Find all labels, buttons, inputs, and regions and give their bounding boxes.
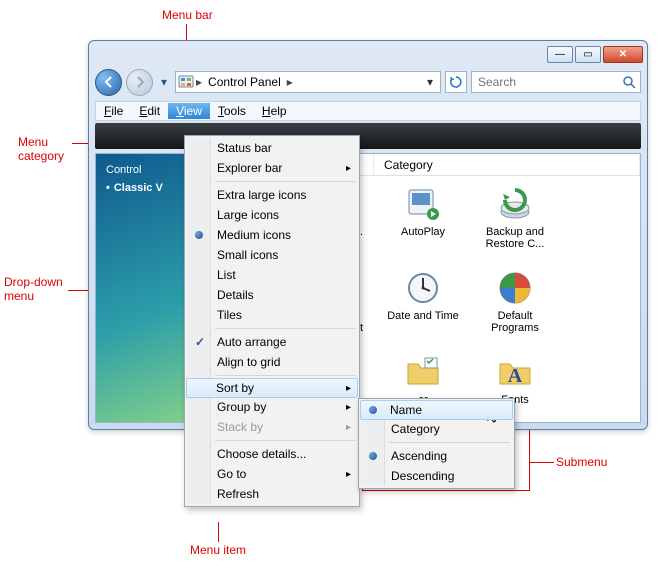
check-icon: ✓ [193, 335, 207, 349]
menuitem-go-to[interactable]: Go to▸ [187, 464, 357, 484]
breadcrumb[interactable]: ▸ Control Panel ▸ ▾ [175, 71, 441, 93]
cp-label: Default Programs [473, 310, 557, 334]
breadcrumb-dropdown-icon[interactable]: ▾ [422, 75, 438, 89]
menu-bar: File Edit View Tools Help [95, 101, 641, 121]
datetime-icon [403, 268, 443, 308]
control-panel-icon [178, 74, 194, 90]
minimize-icon: — [555, 49, 565, 60]
address-bar: ▾ ▸ Control Panel ▸ ▾ [95, 67, 641, 97]
column-category[interactable]: Category [374, 154, 640, 175]
sortby-submenu: Name Category Ascending Descending [358, 398, 515, 489]
annotation-menu-category: Menu category [18, 135, 64, 163]
menuitem-auto-arrange[interactable]: ✓Auto arrange [187, 332, 357, 352]
explorer-window: — ▭ ✕ ▾ ▸ Control Panel ▸ ▾ [88, 40, 648, 430]
submenu-ascending[interactable]: Ascending [361, 446, 512, 466]
backup-icon [495, 184, 535, 224]
cp-item-autoplay[interactable]: AutoPlay [378, 182, 468, 264]
menuitem-small-icons[interactable]: Small icons [187, 245, 357, 265]
radio-bullet-icon [195, 231, 203, 239]
submenu-category[interactable]: Category [361, 419, 512, 439]
autoplay-icon [403, 184, 443, 224]
menuitem-xl-icons[interactable]: Extra large icons [187, 185, 357, 205]
cp-label: AutoPlay [401, 226, 445, 238]
annotation-submenu: Submenu [556, 455, 607, 469]
submenu-arrow-icon: ▸ [346, 402, 351, 413]
folder-icon [403, 352, 443, 392]
refresh-button[interactable] [445, 71, 467, 93]
maximize-button[interactable]: ▭ [575, 46, 601, 63]
svg-text:A: A [508, 365, 523, 387]
menuitem-explorer-bar[interactable]: Explorer bar▸ [187, 158, 357, 178]
minimize-button[interactable]: — [547, 46, 573, 63]
submenu-descending[interactable]: Descending [361, 466, 512, 486]
cp-item-default-programs[interactable]: Default Programs [470, 266, 560, 348]
close-button[interactable]: ✕ [603, 46, 643, 63]
submenu-arrow-icon: ▸ [346, 163, 351, 174]
menuitem-group-by[interactable]: Group by▸ [187, 397, 357, 417]
annotation-menubar: Menu bar [162, 8, 213, 22]
menu-help[interactable]: Help [254, 103, 295, 119]
client-area: Control Classic V Name Category are [95, 153, 641, 423]
radio-bullet-icon [369, 452, 377, 460]
cp-label: Date and Time [387, 310, 459, 322]
menuitem-refresh[interactable]: Refresh [187, 484, 357, 504]
submenu-arrow-icon: ▸ [346, 422, 351, 433]
nav-history-dropdown[interactable]: ▾ [157, 72, 171, 92]
annotation-dropdown: Drop-down menu [4, 275, 63, 303]
menuitem-list[interactable]: List [187, 265, 357, 285]
sidebar-item-classic-view[interactable]: Classic V [106, 182, 178, 194]
close-icon: ✕ [619, 49, 627, 60]
search-input[interactable] [476, 74, 618, 90]
menuitem-status-bar[interactable]: Status bar [187, 138, 357, 158]
annotation-line [530, 462, 554, 463]
sidebar: Control Classic V [96, 154, 188, 422]
fonts-icon: A [495, 352, 535, 392]
view-dropdown-menu: Status bar Explorer bar▸ Extra large ico… [184, 135, 360, 507]
breadcrumb-separator-icon[interactable]: ▸ [287, 75, 293, 89]
menuitem-choose-details[interactable]: Choose details... [187, 444, 357, 464]
menu-view[interactable]: View [168, 103, 210, 119]
submenu-arrow-icon: ▸ [346, 383, 351, 394]
annotation-menuitem: Menu item [190, 543, 246, 557]
cp-item-backup[interactable]: Backup and Restore C... [470, 182, 560, 264]
breadcrumb-label[interactable]: Control Panel [204, 75, 285, 89]
menu-tools[interactable]: Tools [210, 103, 254, 119]
nav-forward-button[interactable] [126, 69, 153, 96]
menuitem-medium-icons[interactable]: Medium icons [187, 225, 357, 245]
sidebar-heading: Control [106, 164, 178, 176]
maximize-icon: ▭ [583, 49, 592, 60]
search-icon [622, 75, 636, 89]
menuitem-align-grid[interactable]: Align to grid [187, 352, 357, 372]
search-box[interactable] [471, 71, 641, 93]
cp-label: Backup and Restore C... [473, 226, 557, 250]
annotation-line [218, 522, 219, 542]
titlebar: — ▭ ✕ [89, 41, 647, 67]
menuitem-large-icons[interactable]: Large icons [187, 205, 357, 225]
menuitem-stack-by: Stack by▸ [187, 417, 357, 437]
breadcrumb-separator-icon: ▸ [196, 75, 202, 89]
nav-back-button[interactable] [95, 69, 122, 96]
menuitem-details[interactable]: Details [187, 285, 357, 305]
menu-edit[interactable]: Edit [131, 103, 168, 119]
menuitem-sort-by[interactable]: Sort by▸ [186, 378, 358, 398]
submenu-name[interactable]: Name [360, 400, 513, 420]
cp-item-datetime[interactable]: Date and Time [378, 266, 468, 348]
radio-bullet-icon [369, 406, 377, 414]
menu-file[interactable]: File [96, 103, 131, 119]
toolbar [95, 123, 641, 149]
submenu-arrow-icon: ▸ [346, 469, 351, 480]
menuitem-tiles[interactable]: Tiles [187, 305, 357, 325]
default-programs-icon [495, 268, 535, 308]
